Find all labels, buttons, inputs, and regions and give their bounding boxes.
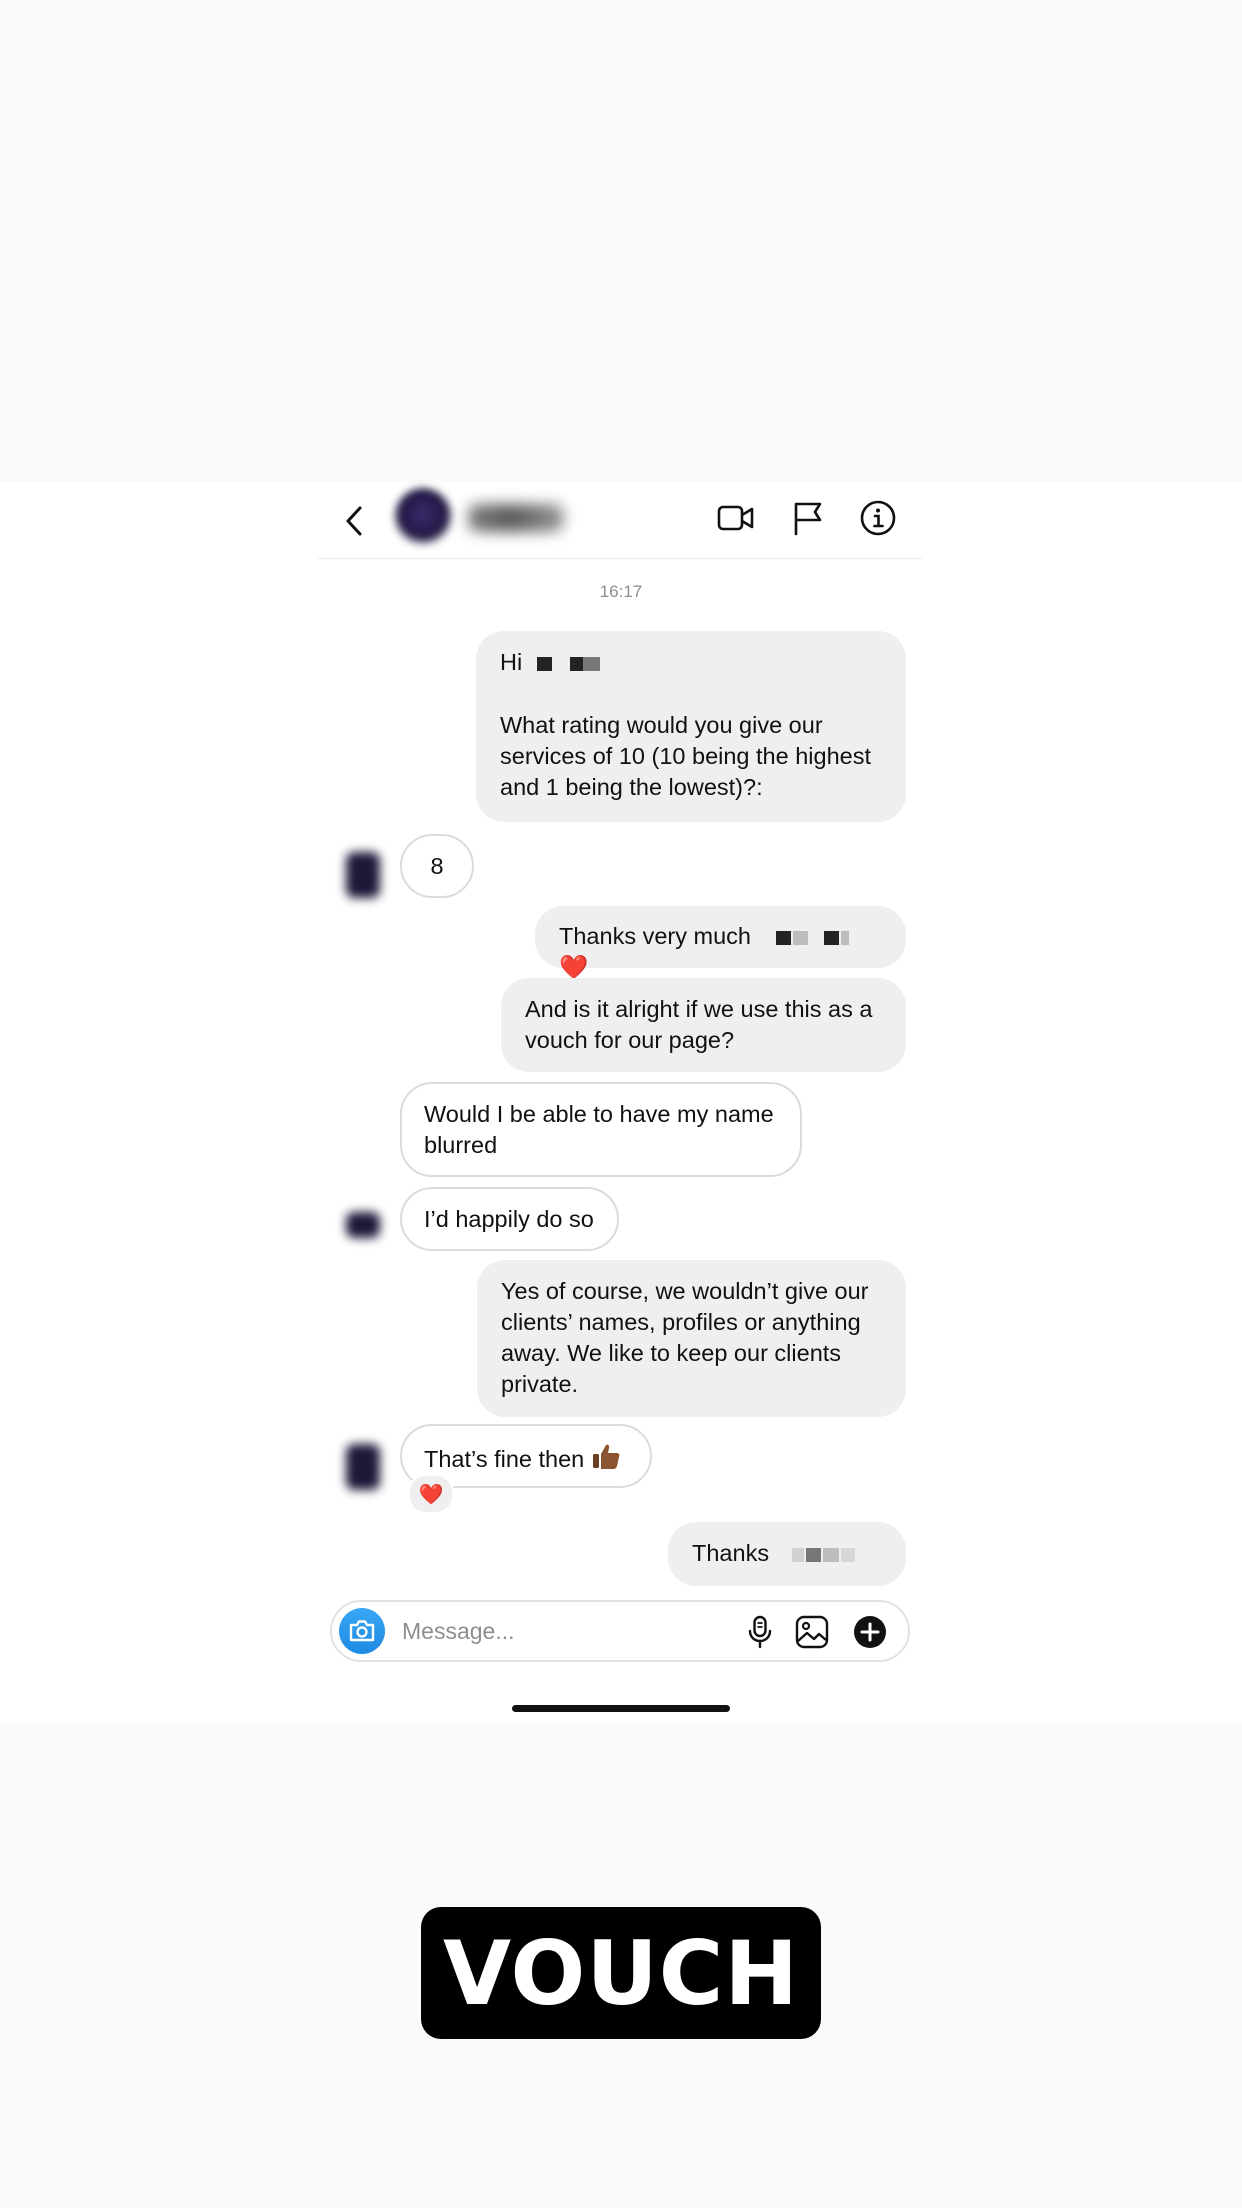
redacted-name: [841, 930, 850, 945]
heart-icon: ❤️: [559, 953, 589, 981]
message-incoming[interactable]: Would I be able to have my name blurred: [400, 1082, 802, 1177]
message-outgoing[interactable]: Thanks: [668, 1522, 906, 1586]
message-outgoing[interactable]: Hi What rating would you give our servic…: [476, 631, 906, 822]
contact-name-redacted[interactable]: [468, 504, 564, 532]
sender-avatar[interactable]: [346, 1444, 380, 1490]
redacted-name: [570, 656, 584, 671]
redacted-name: [583, 656, 601, 671]
chat-header: [318, 482, 922, 559]
gallery-icon[interactable]: [794, 1614, 830, 1650]
message-outgoing[interactable]: Thanks very much ❤️: [535, 906, 906, 981]
message-incoming[interactable]: 8: [400, 834, 474, 898]
message-text: That’s fine then: [424, 1446, 585, 1472]
sender-avatar[interactable]: [346, 852, 380, 898]
redacted-name: [775, 930, 791, 945]
heart-reaction[interactable]: ❤️: [408, 1474, 454, 1514]
message-incoming[interactable]: I’d happily do so: [400, 1187, 619, 1251]
message-outgoing[interactable]: Yes of course, we wouldn’t give our clie…: [477, 1260, 906, 1417]
message-text: 8: [430, 853, 444, 879]
home-indicator[interactable]: [512, 1705, 730, 1712]
message-text: What rating would you give our services …: [500, 712, 872, 800]
message-text: I’d happily do so: [424, 1206, 594, 1232]
redacted-name: [536, 656, 552, 671]
message-greeting: Hi: [500, 649, 523, 675]
mic-icon[interactable]: [742, 1614, 778, 1650]
contact-avatar[interactable]: [394, 488, 452, 546]
message-text: Yes of course, we wouldn’t give our clie…: [501, 1278, 869, 1397]
redacted-name: [822, 1547, 839, 1562]
message-text: And is it alright if we use this as a vo…: [525, 996, 873, 1053]
message-text: Thanks very much: [559, 923, 751, 949]
message-text: Would I be able to have my name blurred: [424, 1101, 774, 1158]
heart-icon: ❤️: [418, 1482, 444, 1506]
info-icon[interactable]: [858, 498, 898, 538]
redacted-name: [791, 1547, 804, 1562]
sender-avatar[interactable]: [346, 1212, 380, 1238]
chat-screen: 16:17 Hi What rating would you give our …: [0, 482, 1242, 1724]
thumbs-up-icon: [592, 1444, 620, 1469]
chevron-left-icon[interactable]: [340, 504, 368, 538]
video-call-icon[interactable]: [716, 498, 756, 538]
message-outgoing[interactable]: And is it alright if we use this as a vo…: [501, 978, 906, 1072]
redacted-name: [792, 930, 808, 945]
message-composer: [330, 1600, 910, 1662]
message-timestamp: 16:17: [599, 582, 643, 601]
camera-icon: [349, 1620, 375, 1642]
redacted-name: [840, 1547, 855, 1562]
flag-icon[interactable]: [788, 498, 828, 538]
message-text: Thanks: [692, 1540, 770, 1566]
redacted-name: [805, 1547, 821, 1562]
redacted-name: [824, 930, 840, 945]
vouch-label: VOUCH: [421, 1907, 821, 2039]
message-input[interactable]: [402, 1615, 702, 1647]
camera-button[interactable]: [339, 1608, 385, 1654]
plus-icon[interactable]: [852, 1614, 888, 1650]
